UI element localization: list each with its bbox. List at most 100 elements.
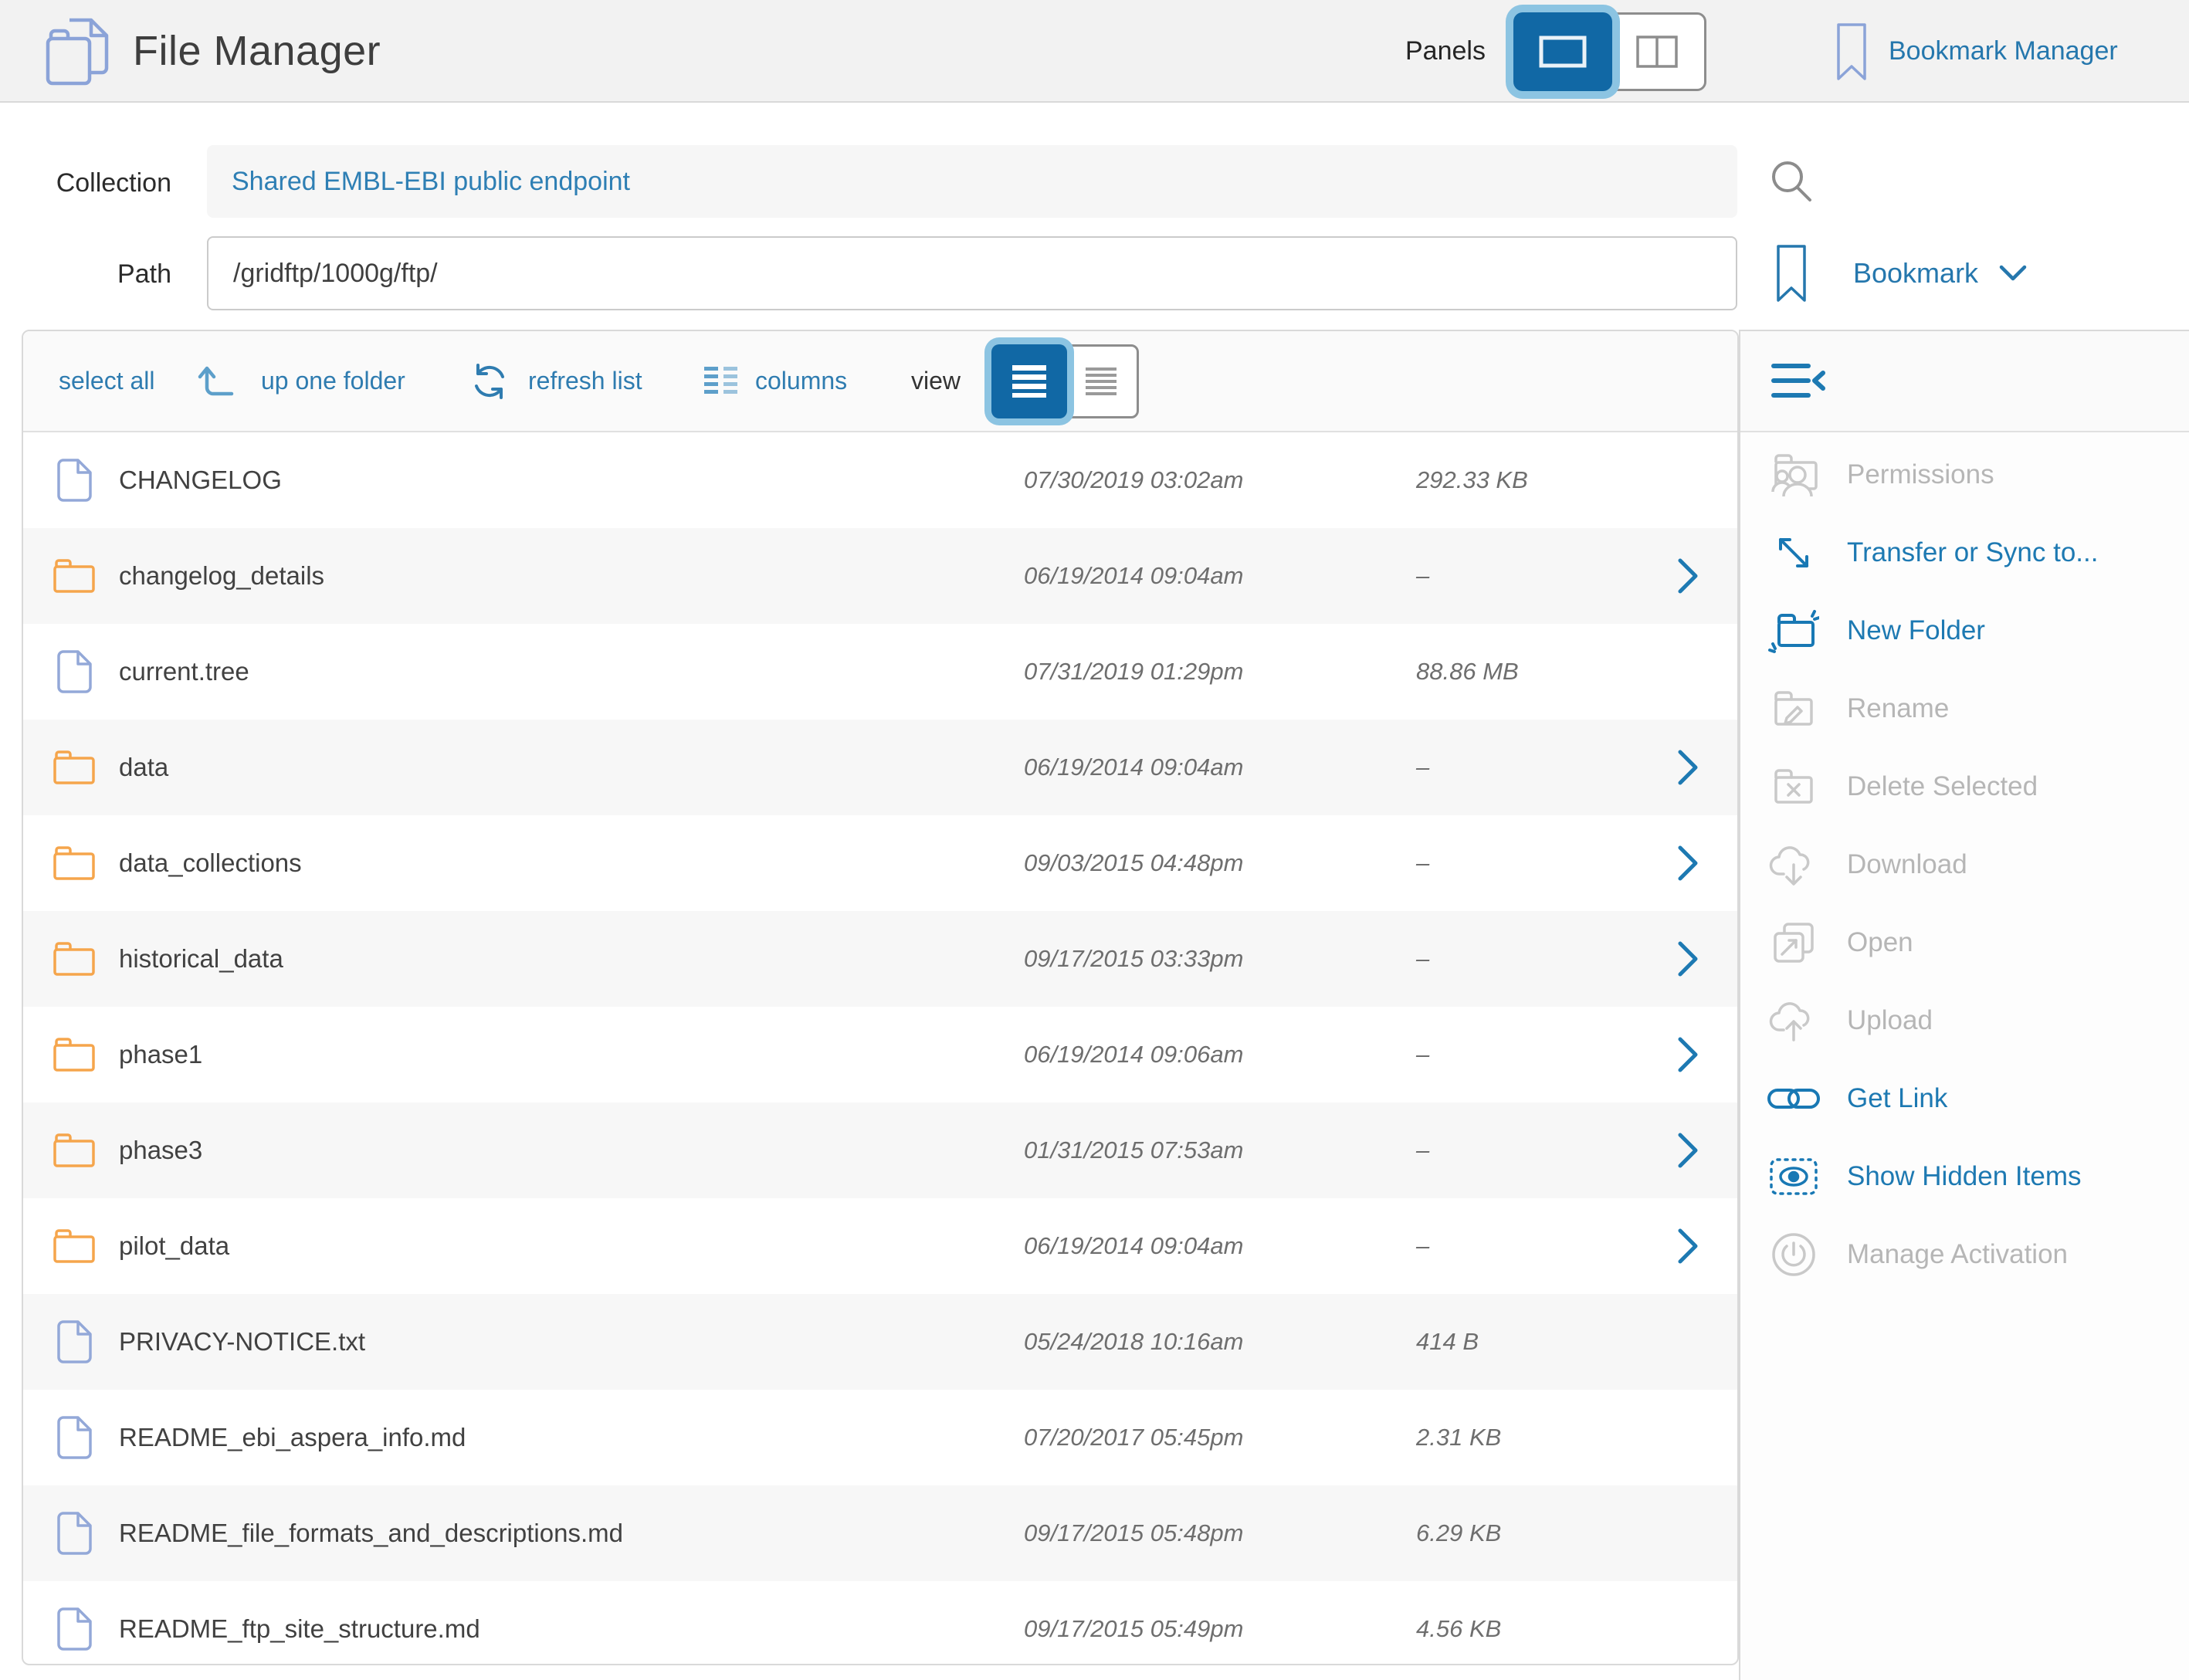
action-label: Show Hidden Items [1847, 1161, 2081, 1192]
delete-icon [1762, 765, 1825, 808]
up-one-folder-icon[interactable] [198, 331, 236, 431]
file-size: – [1416, 1102, 1429, 1198]
collapse-sidebar-icon[interactable] [1771, 361, 1825, 401]
file-size: – [1416, 815, 1429, 911]
panels-toggle-group: Panels [1405, 0, 1706, 103]
file-list: CHANGELOG 07/30/2019 03:02am 292.33 KB c… [23, 432, 1737, 1665]
file-row[interactable]: changelog_details 06/19/2014 09:04am – [23, 528, 1737, 624]
file-name: pilot_data [119, 1198, 229, 1294]
file-row[interactable]: README_ftp_site_structure.md 09/17/2015 … [23, 1581, 1737, 1665]
file-row[interactable]: data 06/19/2014 09:04am – [23, 720, 1737, 815]
action-delete-selected: Delete Selected [1740, 747, 2189, 825]
action-label: Transfer or Sync to... [1847, 537, 2098, 568]
file-date: 06/19/2014 09:04am [1024, 1198, 1243, 1294]
file-row[interactable]: phase1 06/19/2014 09:06am – [23, 1007, 1737, 1102]
eye-icon [1762, 1156, 1825, 1197]
columns-button[interactable]: columns [755, 331, 847, 431]
compact-view-button[interactable] [1063, 344, 1139, 418]
file-name: README_ftp_site_structure.md [119, 1581, 480, 1665]
file-size: – [1416, 528, 1429, 624]
file-row[interactable]: data_collections 09/03/2015 04:48pm – [23, 815, 1737, 911]
list-view-button[interactable] [991, 344, 1067, 418]
columns-icon[interactable] [703, 331, 740, 431]
download-icon [1762, 842, 1825, 888]
file-date: 07/20/2017 05:45pm [1024, 1390, 1243, 1485]
file-type-icon [49, 528, 99, 624]
action-rename: Rename [1740, 669, 2189, 747]
panels-toggle [1513, 12, 1706, 91]
action-label: Upload [1847, 1005, 1933, 1036]
bookmark-manager-label: Bookmark Manager [1889, 36, 2118, 66]
refresh-icon[interactable] [469, 331, 510, 431]
action-label: Download [1847, 849, 1967, 880]
chevron-down-icon [1998, 264, 2028, 283]
action-permissions: Permissions [1740, 435, 2189, 513]
file-date: 09/03/2015 04:48pm [1024, 815, 1243, 911]
folder-chevron-icon[interactable] [1677, 1102, 1699, 1198]
collection-input[interactable]: Shared EMBL-EBI public endpoint [207, 145, 1737, 218]
bookmark-button[interactable]: Bookmark [1776, 236, 2028, 310]
dual-panel-icon [1635, 35, 1679, 69]
file-type-icon [49, 624, 99, 720]
folder-chevron-icon[interactable] [1677, 528, 1699, 624]
file-row[interactable]: CHANGELOG 07/30/2019 03:02am 292.33 KB [23, 432, 1737, 528]
search-icon[interactable] [1765, 156, 1818, 208]
action-transfer-or-sync[interactable]: Transfer or Sync to... [1740, 513, 2189, 591]
page-title: File Manager [133, 27, 381, 75]
file-list-panel: select all up one folder refresh list [22, 330, 1739, 1665]
panels-label: Panels [1405, 36, 1486, 66]
file-type-icon [49, 1294, 99, 1390]
file-date: 06/19/2014 09:04am [1024, 720, 1243, 815]
view-label: view [911, 331, 961, 431]
actions-sidebar: Permissions Transfer or Sync to... [1739, 330, 2189, 1680]
single-panel-icon [1539, 36, 1587, 68]
file-type-icon [49, 1102, 99, 1198]
folder-chevron-icon[interactable] [1677, 911, 1699, 1007]
file-row[interactable]: historical_data 09/17/2015 03:33pm – [23, 911, 1737, 1007]
bookmark-label: Bookmark [1853, 257, 1978, 290]
file-type-icon [49, 1390, 99, 1485]
file-row[interactable]: PRIVACY-NOTICE.txt 05/24/2018 10:16am 41… [23, 1294, 1737, 1390]
file-row[interactable]: current.tree 07/31/2019 01:29pm 88.86 MB [23, 624, 1737, 720]
file-manager-page: File Manager Panels [0, 0, 2189, 1680]
sidebar-header [1740, 331, 2189, 432]
new-folder-icon [1762, 607, 1825, 655]
file-type-icon [49, 815, 99, 911]
file-date: 07/30/2019 03:02am [1024, 432, 1243, 528]
file-type-icon [49, 432, 99, 528]
file-row[interactable]: README_ebi_aspera_info.md 07/20/2017 05:… [23, 1390, 1737, 1485]
folder-chevron-icon[interactable] [1677, 1007, 1699, 1102]
file-row[interactable]: phase3 01/31/2015 07:53am – [23, 1102, 1737, 1198]
select-all-button[interactable]: select all [59, 331, 155, 431]
file-size: 88.86 MB [1416, 624, 1519, 720]
folder-chevron-icon[interactable] [1677, 720, 1699, 815]
single-panel-button[interactable] [1513, 12, 1612, 91]
up-one-folder-button[interactable]: up one folder [261, 331, 405, 431]
folder-chevron-icon[interactable] [1677, 815, 1699, 911]
path-label: Path [0, 259, 171, 290]
file-size: – [1416, 1198, 1429, 1294]
action-label: Open [1847, 927, 1913, 958]
file-name: PRIVACY-NOTICE.txt [119, 1294, 365, 1390]
file-row[interactable]: pilot_data 06/19/2014 09:04am – [23, 1198, 1737, 1294]
file-row[interactable]: README_file_formats_and_descriptions.md … [23, 1485, 1737, 1581]
path-input[interactable]: /gridftp/1000g/ftp/ [207, 236, 1737, 310]
action-new-folder[interactable]: New Folder [1740, 591, 2189, 669]
link-icon [1762, 1083, 1825, 1114]
dual-panel-button[interactable] [1608, 12, 1706, 91]
refresh-list-button[interactable]: refresh list [528, 331, 642, 431]
file-size: – [1416, 1007, 1429, 1102]
action-show-hidden-items[interactable]: Show Hidden Items [1740, 1137, 2189, 1215]
bookmark-icon [1776, 244, 1807, 303]
file-name: phase3 [119, 1102, 202, 1198]
file-name: changelog_details [119, 528, 324, 624]
file-name: data [119, 720, 168, 815]
bookmark-manager-button[interactable]: Bookmark Manager [1836, 0, 2118, 103]
file-size: 2.31 KB [1416, 1390, 1501, 1485]
file-size: 292.33 KB [1416, 432, 1528, 528]
action-get-link[interactable]: Get Link [1740, 1059, 2189, 1137]
file-date: 09/17/2015 05:49pm [1024, 1581, 1243, 1665]
file-date: 09/17/2015 03:33pm [1024, 911, 1243, 1007]
folder-chevron-icon[interactable] [1677, 1198, 1699, 1294]
file-size: – [1416, 911, 1429, 1007]
